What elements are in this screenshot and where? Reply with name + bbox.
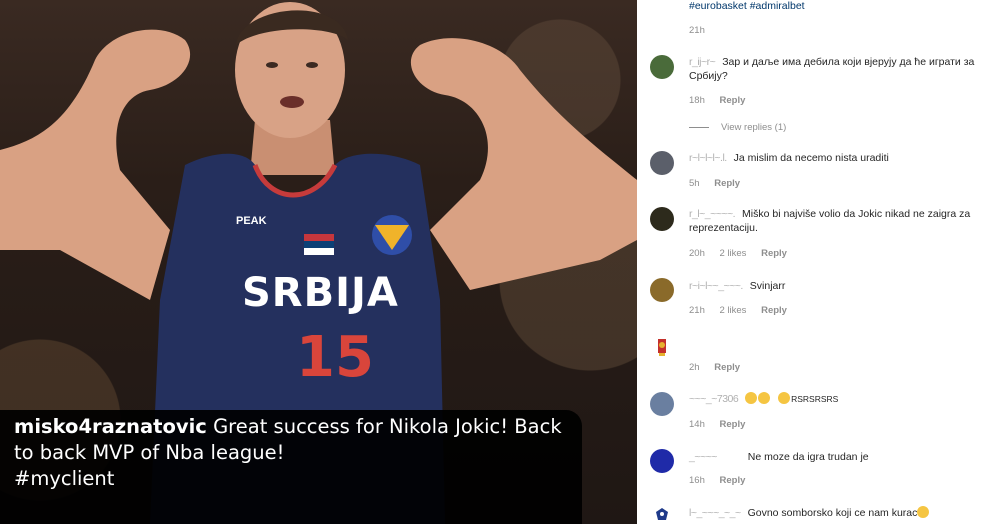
comment-time: 2h [689,362,700,373]
post-timestamp: 21h [689,25,705,36]
comment-body: Ja mislim da necemo nista uraditi [733,152,889,164]
view-replies-label: View replies (1) [721,122,787,133]
comment-username[interactable]: r~l~l~l~.l. [689,152,727,164]
comment-time: 5h [689,178,700,189]
caption-username[interactable]: misko4raznatovic [14,415,207,438]
comment-meta: 20h 2 likes Reply [689,248,799,259]
comment-text-block: r_ij~r~ Зар и даље има дебила који вјеру… [689,55,992,83]
jersey-number: 15 [296,325,374,390]
avatar[interactable] [650,55,674,79]
comment-text-block: r~i~l~~_~~~. Svinjarr [689,279,992,293]
avatar[interactable] [650,504,674,524]
reply-button[interactable]: Reply [761,248,787,259]
comment-body: RSRSRSRS [791,394,839,404]
reply-button[interactable]: Reply [714,178,740,189]
post-caption: misko4raznatovic Great success for Nikol… [0,410,582,524]
crest-icon [658,339,666,356]
comment-text-block: r~l~l~l~.l. Ja mislim da necemo nista ur… [689,151,992,165]
comment-text-block: ~~~_~7306 RSRSRSRS [689,392,992,406]
post-hashtags[interactable]: #eurobasket #admiralbet [689,0,805,12]
comment-text-block: l~_~~~_~_~ Govno somborsko koji ce nam k… [689,506,992,520]
clap-emoji-icon [745,392,758,404]
comment-username[interactable]: l~_~~~_~_~ [689,507,741,519]
grinning-emoji-icon [917,506,930,518]
avatar[interactable] [650,449,674,473]
avatar[interactable] [650,207,674,231]
reply-button[interactable]: Reply [714,362,740,373]
comment-body: Svinjarr [749,280,786,292]
flexed-biceps-emoji-icon [778,392,791,404]
avatar[interactable] [650,278,674,302]
comment-username[interactable]: _~~~~ [689,451,717,463]
comment-body: Govno somborsko koji ce nam kurac [747,507,918,519]
comment-time: 14h [689,419,705,430]
comment-username[interactable]: r_l~_~~~~. [689,208,736,220]
replies-divider [689,126,709,128]
team-logo-icon [656,508,668,520]
comment-meta: 5h Reply [689,178,752,189]
comment-username[interactable]: r_ij~r~ [689,56,716,68]
avatar[interactable] [650,151,674,175]
comment-username[interactable]: r~i~l~~_~~~. [689,280,743,292]
reply-button[interactable]: Reply [761,305,787,316]
comment-text-block: _~~~~ Ne moze da igra trudan je [689,450,992,464]
avatar[interactable] [650,392,674,416]
comment-meta: 14h Reply [689,419,757,430]
jersey-team: SRBIJA [242,270,399,316]
comment-body: Зар и даље има дебила који вјерују да ће… [689,56,975,82]
post-image[interactable]: PEAK SRBIJA 15 misko4raznatovic Great su… [0,0,637,524]
comment-meta: 21h 2 likes Reply [689,305,799,316]
comment-time: 18h [689,95,705,106]
comment-text-block: r_l~_~~~~. Miško bi najviše volio da Jok… [689,207,992,235]
comment-likes[interactable]: 2 likes [720,305,747,316]
jersey-brand: PEAK [236,215,267,227]
comment-username[interactable]: ~~~_~7306 [689,393,739,405]
clap-emoji-icon [758,392,771,404]
comment-likes[interactable]: 2 likes [720,248,747,259]
comment-time: 20h [689,248,705,259]
reply-button[interactable]: Reply [720,475,746,486]
comment-meta: 18h Reply [689,95,757,106]
comment-meta: 16h Reply [689,475,757,486]
avatar[interactable] [650,335,674,359]
view-replies-button[interactable]: View replies (1) [689,122,786,133]
comment-time: 21h [689,305,705,316]
comment-body: Ne moze da igra trudan je [747,451,869,463]
comment-time: 16h [689,475,705,486]
reply-button[interactable]: Reply [720,419,746,430]
caption-hashtag[interactable]: #myclient [14,467,114,490]
reply-button[interactable]: Reply [720,95,746,106]
comments-panel[interactable]: #eurobasket #admiralbet 21h r_ij~r~ Зар … [637,0,1000,524]
comment-meta: 2h Reply [689,362,752,373]
